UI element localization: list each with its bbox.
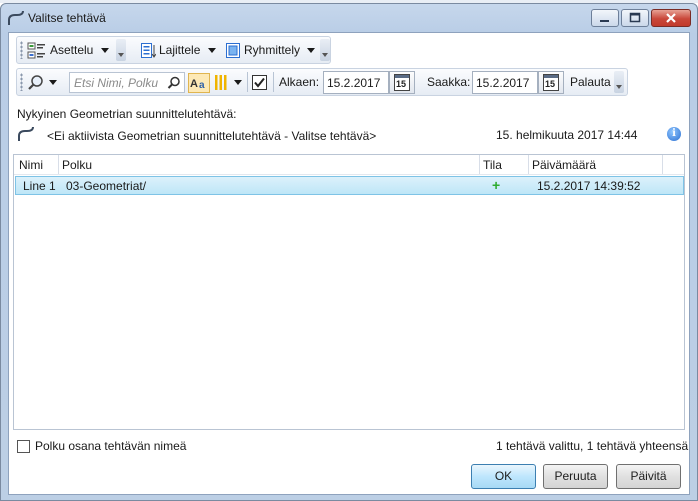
reset-button[interactable]: Palauta (570, 75, 611, 89)
column-header-name[interactable]: Nimi (19, 158, 43, 172)
window-title: Valitse tehtävä (28, 11, 106, 25)
layout-dropdown-caret[interactable] (101, 48, 109, 53)
alignment-icon (8, 10, 24, 25)
magnifier-icon[interactable] (167, 76, 181, 90)
layout-menu[interactable]: Asettelu (50, 43, 93, 57)
toolbar-overflow-button[interactable] (614, 71, 624, 93)
search-options-caret[interactable] (49, 80, 57, 85)
minimize-button[interactable] (591, 9, 619, 27)
to-date-calendar-button[interactable]: 15 (538, 71, 564, 94)
grid-header: Nimi Polku Tila Päivämäärä (14, 155, 684, 175)
selection-status: 1 tehtävä valittu, 1 tehtävä yhteensä (496, 439, 689, 453)
column-resizer[interactable] (528, 155, 529, 174)
table-row[interactable]: Line 1 03-Geometriat/ + 15.2.2017 14:39:… (15, 176, 684, 195)
column-header-date[interactable]: Päivämäärä (532, 158, 596, 172)
toolbar-grip[interactable] (20, 73, 23, 91)
group-menu[interactable]: Ryhmittely (244, 43, 300, 57)
svg-text:A: A (190, 78, 198, 90)
sort-dropdown-caret[interactable] (208, 48, 216, 53)
task-grid[interactable]: Nimi Polku Tila Päivämäärä Line 1 03-Geo… (13, 154, 685, 430)
ok-button[interactable]: OK (471, 464, 536, 489)
cancel-button[interactable]: Peruuta (543, 464, 608, 489)
column-resizer[interactable] (58, 155, 59, 174)
column-filter-icon[interactable] (214, 74, 228, 92)
column-resizer[interactable] (479, 155, 480, 174)
sort-menu[interactable]: Lajittele (159, 43, 200, 57)
path-in-name-label[interactable]: Polku osana tehtävän nimeä (35, 439, 186, 453)
sort-icon (141, 43, 156, 58)
info-icon[interactable]: i (667, 127, 681, 141)
calendar-icon: 15 (394, 74, 410, 91)
search-placeholder: Etsi Nimi, Polku (74, 76, 159, 90)
to-date-input[interactable]: 15.2.2017 (472, 71, 538, 94)
refresh-button[interactable]: Päivitä (616, 464, 681, 489)
path-in-name-checkbox[interactable] (17, 440, 30, 453)
maximize-button[interactable] (621, 9, 649, 27)
search-icon[interactable] (27, 74, 45, 92)
column-header-path[interactable]: Polku (62, 158, 92, 172)
from-date-value: 15.2.2017 (327, 76, 381, 90)
from-date-input[interactable]: 15.2.2017 (323, 71, 389, 94)
toolbar-separator (247, 72, 248, 92)
close-button[interactable] (651, 9, 691, 27)
alignment-icon (18, 126, 34, 141)
current-task-value: <Ei aktiivista Geometrian suunnitteluteh… (47, 129, 377, 143)
from-label: Alkaen: (279, 75, 320, 89)
checkmark-icon (254, 77, 265, 88)
maximize-icon (629, 12, 641, 23)
dialog-content: Asettelu Lajittele Ryhmittely Etsi Nimi,… (8, 32, 690, 495)
toolbar-grip[interactable] (20, 41, 23, 59)
group-dropdown-caret[interactable] (307, 48, 315, 53)
title-bar[interactable]: Valitse tehtävä (1, 4, 697, 32)
from-date-calendar-button[interactable]: 15 (389, 71, 415, 94)
toolbar-overflow-button[interactable] (320, 39, 330, 61)
layout-icon (27, 42, 45, 59)
group-icon (226, 43, 240, 58)
filter-toolbar: Etsi Nimi, Polku A a Alkaen: 15.2.2017 1… (16, 68, 628, 96)
toolbar-overflow-button[interactable] (116, 39, 126, 61)
current-task-timestamp: 15. helmikuuta 2017 14:44 (496, 128, 638, 142)
row-path: 03-Geometriat/ (66, 179, 147, 193)
minimize-icon (600, 20, 609, 22)
close-icon (666, 13, 676, 23)
toolbar-separator (273, 72, 274, 92)
svg-text:a: a (199, 80, 205, 91)
calendar-icon: 15 (543, 74, 559, 91)
row-name: Line 1 (23, 179, 56, 193)
search-input[interactable]: Etsi Nimi, Polku (69, 72, 185, 93)
calendar-day: 15 (545, 79, 556, 89)
view-toolbar: Asettelu Lajittele Ryhmittely (16, 36, 331, 64)
to-date-value: 15.2.2017 (476, 76, 530, 90)
column-resizer[interactable] (662, 155, 663, 174)
current-task-heading: Nykyinen Geometrian suunnittelutehtävä: (17, 107, 237, 121)
calendar-day: 15 (396, 79, 407, 89)
to-label: Saakka: (427, 75, 471, 89)
status-added-icon: + (492, 177, 501, 193)
match-case-icon[interactable]: A a (188, 73, 210, 93)
column-header-status[interactable]: Tila (483, 158, 502, 172)
row-date: 15.2.2017 14:39:52 (537, 179, 641, 193)
date-filter-checkbox[interactable] (252, 75, 267, 90)
column-filter-caret[interactable] (234, 80, 242, 85)
dialog-window: Valitse tehtävä Asettelu Lajittele Ryhmi… (0, 3, 698, 501)
